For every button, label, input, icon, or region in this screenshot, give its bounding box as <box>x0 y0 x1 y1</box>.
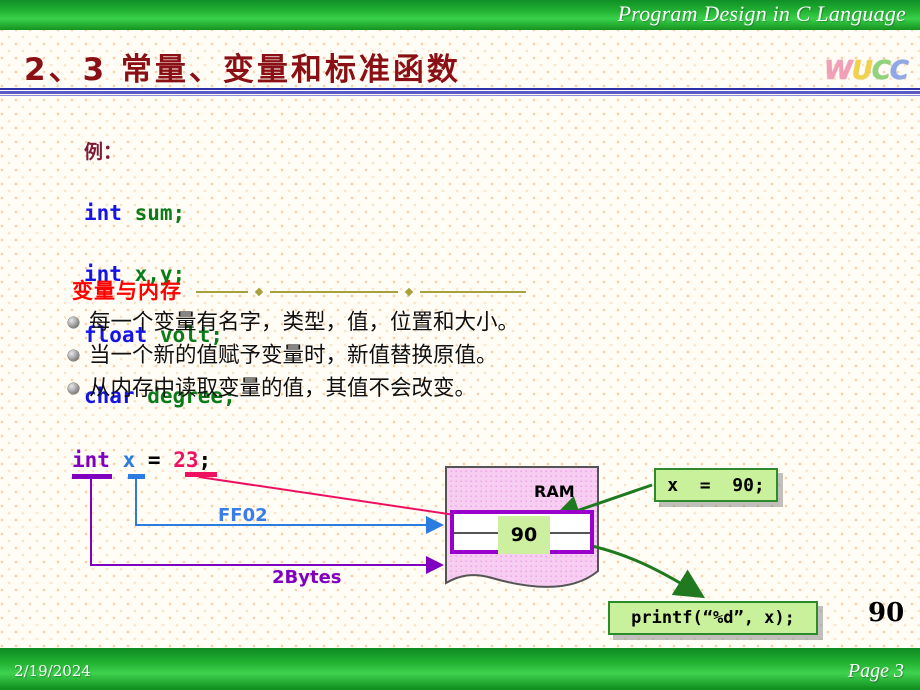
memory-cell-value: 90 <box>498 516 550 554</box>
callout-printf: printf(“%d”, x); <box>608 601 818 635</box>
output-value: 90 <box>868 598 905 628</box>
memory-cell: 90 <box>450 510 594 554</box>
size-label: 2Bytes <box>272 567 342 588</box>
slide-canvas: Program Design in C Language 2、3 常量、变量和标… <box>0 0 920 690</box>
callout-assignment: x = 90; <box>654 468 778 502</box>
footer-page-number: Page 3 <box>847 660 904 682</box>
footer-band <box>0 648 920 690</box>
address-label: FF02 <box>218 505 268 526</box>
ram-label: RAM <box>534 482 575 501</box>
footer-date: 2/19/2024 <box>14 662 91 680</box>
ram-diagram: RAM 90 <box>446 467 598 587</box>
